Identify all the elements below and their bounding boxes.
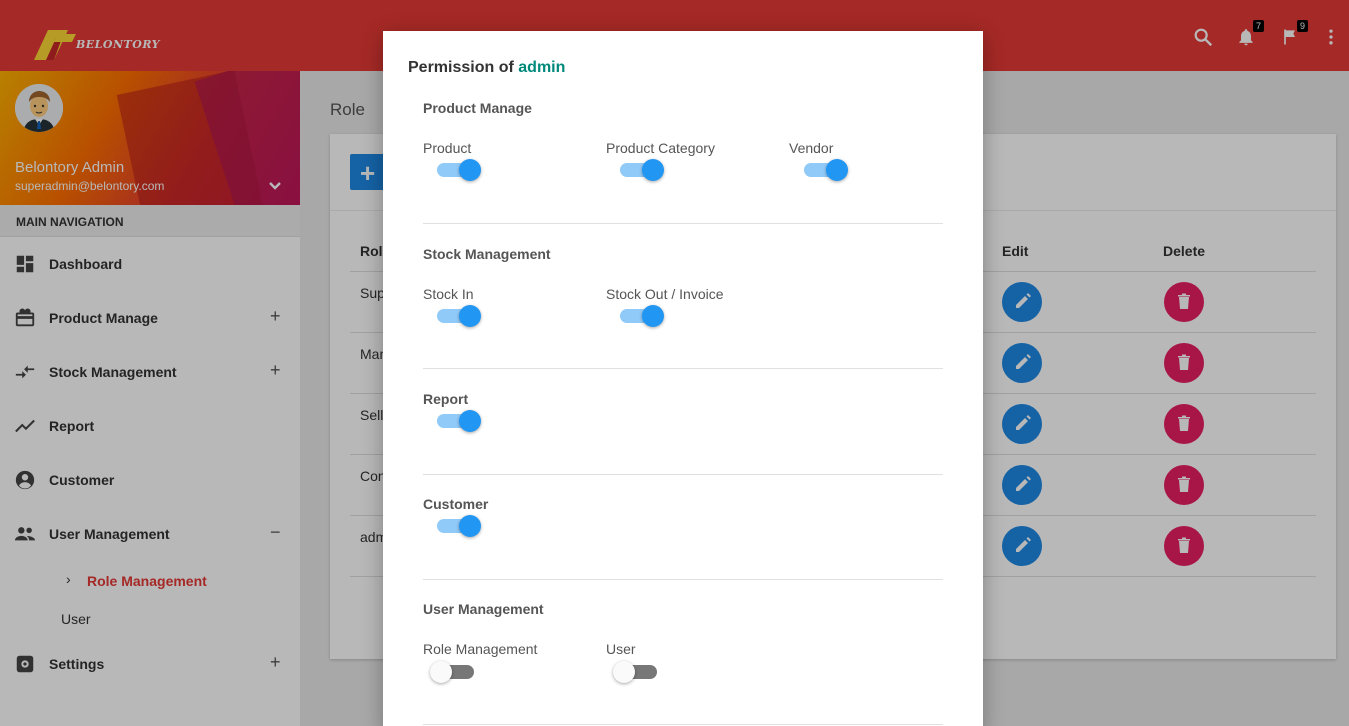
toggle-thumb <box>459 159 481 181</box>
section-title-user-management: User Management <box>423 601 544 617</box>
toggle-thumb <box>459 515 481 537</box>
permission-label: Product Category <box>606 140 715 156</box>
permission-label: Stock In <box>423 286 474 302</box>
toggle-vendor[interactable] <box>800 158 850 182</box>
toggle-customer[interactable] <box>433 514 483 538</box>
toggle-thumb <box>459 410 481 432</box>
section-title-stock-management: Stock Management <box>423 246 551 262</box>
toggle-product[interactable] <box>433 158 483 182</box>
divider <box>423 579 943 580</box>
toggle-thumb <box>826 159 848 181</box>
toggle-thumb <box>642 305 664 327</box>
toggle-thumb <box>430 661 452 683</box>
divider <box>423 474 943 475</box>
toggle-report[interactable] <box>433 409 483 433</box>
toggle-user[interactable] <box>613 660 663 684</box>
divider <box>423 223 943 224</box>
divider <box>423 368 943 369</box>
section-title-product-manage: Product Manage <box>423 100 532 116</box>
toggle-stock-in[interactable] <box>433 304 483 328</box>
toggle-thumb <box>459 305 481 327</box>
toggle-role-management[interactable] <box>430 660 480 684</box>
permission-label: Role Management <box>423 641 538 657</box>
toggle-thumb <box>642 159 664 181</box>
toggle-thumb <box>613 661 635 683</box>
section-title-report: Report <box>423 391 469 407</box>
section-title-customer: Customer <box>423 496 489 512</box>
permission-modal: Permission of admin Product Manage Produ… <box>383 31 983 726</box>
divider <box>423 724 943 725</box>
permission-label: Stock Out / Invoice <box>606 286 724 302</box>
permission-label: Product <box>423 140 472 156</box>
modal-title: Permission of admin <box>408 59 565 77</box>
toggle-stock-out-invoice[interactable] <box>616 304 666 328</box>
modal-role-name: admin <box>518 59 566 76</box>
permission-label: User <box>606 641 636 657</box>
permission-label: Vendor <box>789 140 834 156</box>
toggle-product-category[interactable] <box>616 158 666 182</box>
modal-title-prefix: Permission of <box>408 59 514 76</box>
